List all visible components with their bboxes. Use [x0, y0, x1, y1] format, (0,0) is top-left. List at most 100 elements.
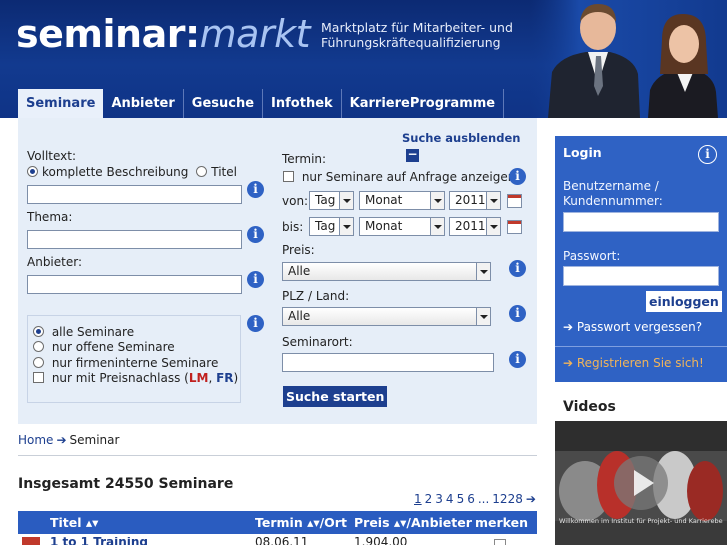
volltext-input[interactable]	[27, 185, 242, 204]
page-link[interactable]: 2	[425, 492, 433, 506]
merken-checkbox[interactable]	[494, 539, 506, 545]
thema-info-icon[interactable]: i	[247, 226, 264, 243]
row-price: 1.904,00	[354, 537, 408, 545]
hide-search-toggle[interactable]: Suche ausblenden −	[402, 131, 537, 162]
termin-anfrage-option[interactable]: nur Seminare auf Anfrage anzeigen	[283, 170, 515, 184]
plz-info-icon[interactable]: i	[509, 305, 526, 322]
checkbox-anfrage[interactable]	[283, 171, 294, 182]
select-value: Monat	[365, 219, 403, 233]
dropdown-arrow-icon	[486, 218, 500, 235]
dropdown-arrow-icon	[430, 218, 444, 235]
column-header-preis[interactable]: Preis ▴▾/Anbieter	[354, 515, 472, 530]
bis-month-select[interactable]: Monat	[359, 217, 445, 236]
tab-karriereprogramme[interactable]: KarriereProgramme	[342, 89, 505, 118]
seminar-type-filter: alle Seminare nur offene Seminare nur fi…	[27, 315, 241, 403]
page-link[interactable]: 1	[414, 492, 422, 506]
videos-title: Videos	[563, 399, 616, 415]
login-button[interactable]: einloggen	[646, 291, 722, 312]
option-offene-seminare[interactable]: nur offene Seminare	[33, 340, 175, 354]
divider	[18, 455, 537, 456]
business-people-photo	[530, 0, 727, 118]
breadcrumb-arrow-icon: ➔	[56, 433, 67, 447]
radio-label-titel: Titel	[211, 165, 237, 179]
tab-gesuche[interactable]: Gesuche	[184, 89, 264, 118]
radio-komplette-beschreibung[interactable]	[27, 166, 38, 177]
pagination: 1 2 3 4 5 6... 1228 ➔	[414, 492, 539, 506]
radio-offene-seminare[interactable]	[33, 341, 44, 352]
bis-label: bis:	[282, 220, 304, 234]
page-link[interactable]: 3	[435, 492, 443, 506]
discount-paren: )	[233, 371, 239, 385]
pdf-icon	[22, 537, 40, 545]
page-link[interactable]: 4	[446, 492, 454, 506]
discount-fr-link[interactable]: FR	[216, 371, 233, 385]
radio-titel[interactable]	[196, 166, 208, 177]
login-info-icon[interactable]: i	[698, 145, 717, 164]
thema-input[interactable]	[27, 230, 242, 249]
tab-seminare[interactable]: Seminare	[18, 89, 104, 118]
row-title[interactable]: 1 to 1 Training	[50, 537, 148, 545]
anbieter-info-icon[interactable]: i	[247, 271, 264, 288]
breadcrumb-current: Seminar	[69, 433, 120, 447]
von-day-select[interactable]: Tag	[309, 191, 354, 210]
tab-anbieter[interactable]: Anbieter	[103, 89, 184, 118]
volltext-info-icon[interactable]: i	[247, 181, 264, 198]
bis-year-select[interactable]: 2011	[449, 217, 501, 236]
select-value: Tag	[315, 193, 336, 207]
breadcrumb-home-link[interactable]: Home	[18, 433, 53, 447]
page-ellipsis: ...	[477, 492, 490, 506]
von-year-select[interactable]: 2011	[449, 191, 501, 210]
search-start-button[interactable]: Suche starten	[283, 386, 388, 407]
table-row[interactable]: 1 to 1 Training 08.06.11 1.904,00	[18, 537, 537, 545]
next-page-arrow-icon[interactable]: ➔	[526, 492, 536, 506]
calendar-icon[interactable]	[507, 220, 522, 234]
site-logo[interactable]: seminar:markt	[16, 12, 311, 56]
column-header-titel[interactable]: Titel ▴▾	[50, 515, 98, 530]
select-value: Alle	[288, 309, 311, 323]
hide-search-label: Suche ausblenden	[402, 131, 521, 145]
plz-label: PLZ / Land:	[282, 289, 350, 303]
seminarort-info-icon[interactable]: i	[509, 351, 526, 368]
video-thumbnail	[555, 421, 727, 545]
option-firmeninterne-seminare[interactable]: nur firmeninterne Seminare	[33, 356, 218, 370]
seminarort-label: Seminarort:	[282, 335, 353, 349]
anbieter-input[interactable]	[27, 275, 242, 294]
seminarort-input[interactable]	[282, 353, 494, 372]
preis-info-icon[interactable]: i	[509, 260, 526, 277]
tab-infothek[interactable]: Infothek	[263, 89, 342, 118]
checkbox-preisnachlass[interactable]	[33, 372, 44, 383]
option-label: nur firmeninterne Seminare	[51, 356, 219, 370]
page-link[interactable]: 1228	[492, 492, 523, 506]
volltext-label: Volltext:	[27, 149, 77, 163]
preis-select[interactable]: Alle	[282, 262, 491, 281]
site-header: seminar:markt Marktplatz für Mitarbeiter…	[0, 0, 727, 118]
column-header-merken: merken	[475, 515, 529, 530]
option-alle-seminare[interactable]: alle Seminare	[33, 325, 134, 339]
page-link[interactable]: 6	[467, 492, 475, 506]
forgot-password-link[interactable]: ➔ Passwort vergessen?	[563, 320, 702, 334]
password-input[interactable]	[563, 266, 719, 286]
radio-alle-seminare[interactable]	[33, 326, 44, 337]
collapse-icon: −	[406, 147, 419, 162]
von-month-select[interactable]: Monat	[359, 191, 445, 210]
option-preisnachlass[interactable]: nur mit Preisnachlass (LM, FR)	[33, 371, 238, 385]
termin-info-icon[interactable]: i	[509, 168, 526, 185]
search-panel: Suche ausblenden − Volltext: komplette Be…	[18, 118, 537, 424]
page-link[interactable]: 5	[457, 492, 465, 506]
column-header-termin[interactable]: Termin ▴▾/Ort	[255, 515, 347, 530]
main-tabs: Seminare Anbieter Gesuche Infothek Karri…	[18, 89, 505, 118]
bis-day-select[interactable]: Tag	[309, 217, 354, 236]
username-input[interactable]	[563, 212, 719, 232]
logo-text-seminar: seminar:	[16, 12, 200, 56]
logo-text-markt: markt	[199, 12, 311, 56]
register-link[interactable]: ➔ Registrieren Sie sich!	[563, 356, 704, 370]
seminar-type-info-icon[interactable]: i	[247, 315, 264, 332]
video-player[interactable]: Willkommen im Institut für Projekt- und …	[555, 421, 727, 545]
discount-separator: ,	[208, 371, 217, 385]
dropdown-arrow-icon	[339, 192, 353, 209]
select-value: Monat	[365, 193, 403, 207]
radio-firmeninterne-seminare[interactable]	[33, 357, 44, 368]
plz-select[interactable]: Alle	[282, 307, 491, 326]
discount-lm-link[interactable]: LM	[189, 371, 209, 385]
calendar-icon[interactable]	[507, 194, 522, 208]
